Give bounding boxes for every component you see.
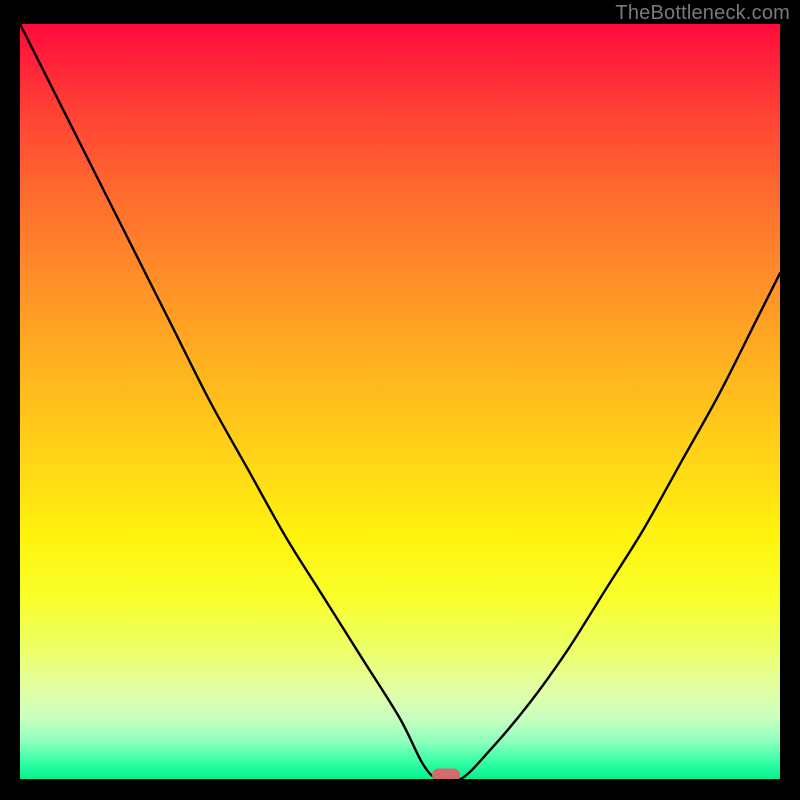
optimal-point-marker [432, 769, 460, 780]
watermark-text: TheBottleneck.com [615, 2, 790, 25]
bottleneck-curve [20, 24, 780, 779]
chart-frame: TheBottleneck.com [0, 0, 800, 800]
curve-svg [20, 24, 780, 779]
plot-area [20, 24, 780, 779]
